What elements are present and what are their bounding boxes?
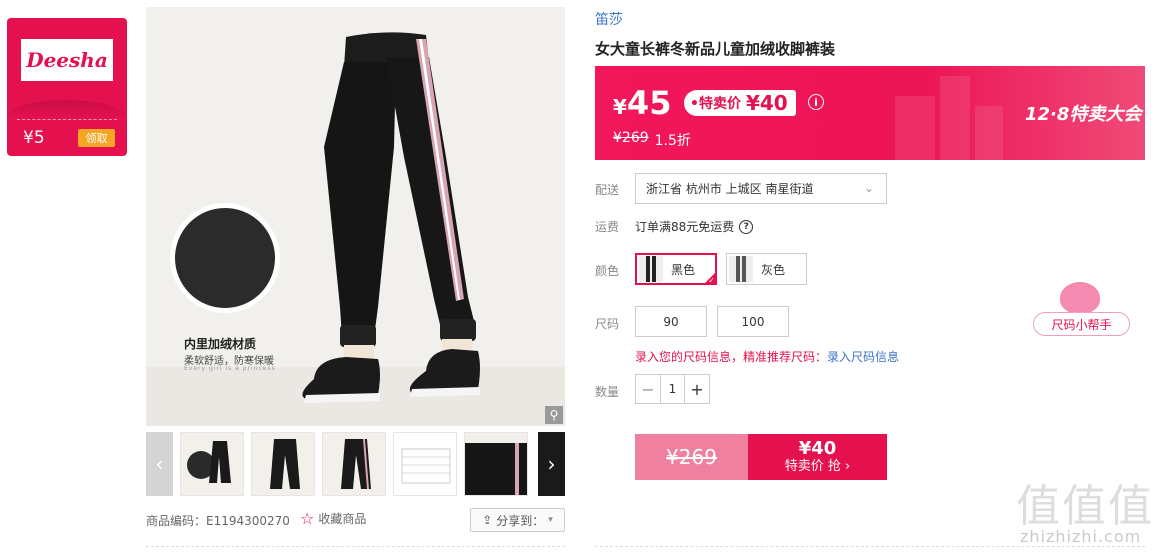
size-option-90[interactable]: 90: [635, 306, 707, 337]
thumbnail-image: [323, 433, 385, 495]
buy-label: 特卖价 抢 ›: [784, 459, 851, 474]
color-name: 黑色: [671, 262, 696, 277]
thumbnail-prev-button[interactable]: ‹: [146, 432, 173, 496]
size-label: 尺码: [595, 317, 620, 331]
shipping-location: 浙江省 杭州市 上城区 南星街道: [646, 182, 814, 196]
color-swatch: [729, 256, 753, 282]
color-swatch: [639, 256, 663, 282]
mascot-icon: [1060, 282, 1100, 314]
shipping-label: 配送: [595, 183, 620, 197]
thumbnail-image: [465, 433, 527, 495]
original-price-button[interactable]: ¥269: [635, 434, 748, 480]
chevron-left-icon: ‹: [155, 452, 164, 476]
product-sku: 商品编码：E1194300270: [146, 514, 290, 528]
info-icon[interactable]: i: [808, 94, 824, 110]
banner-decoration: [940, 76, 970, 160]
original-price: ¥269: [613, 130, 649, 146]
size-hint-text: 录入您的尺码信息，精准推荐尺码：: [635, 350, 828, 364]
divider: [146, 546, 565, 547]
size-input-link[interactable]: 录入尺码信息: [827, 350, 899, 364]
color-option-black[interactable]: 黑色 ✓: [635, 253, 717, 285]
original-price-line: ¥269 1.5折: [613, 130, 691, 150]
share-label: 分享到：: [496, 513, 545, 528]
current-price: ¥ 45: [613, 84, 671, 122]
promo-label: •特卖价: [690, 96, 741, 112]
thumbnail-2[interactable]: [251, 432, 315, 496]
favorite-button[interactable]: ☆ 收藏商品: [300, 510, 366, 527]
thumbnail-next-button[interactable]: ›: [538, 432, 565, 496]
freight-text: 订单满88元免运费: [635, 220, 735, 234]
quantity-increase-button[interactable]: +: [685, 375, 709, 403]
quantity-stepper: − 1 +: [635, 374, 710, 404]
lining-detail-inset: [170, 203, 280, 313]
size-option-100[interactable]: 100: [717, 306, 789, 337]
promo-price-pill: •特卖价 ¥40: [684, 90, 796, 116]
coupon-amount: ¥5: [23, 128, 45, 148]
main-product-image[interactable]: 内里加绒材质 柔软舒适，防寒保暖 Every girl is a princes…: [146, 7, 565, 426]
shipping-location-select[interactable]: 浙江省 杭州市 上城区 南星街道 ⌄: [635, 173, 887, 204]
quantity-label: 数量: [595, 385, 620, 399]
star-icon: ☆: [300, 508, 315, 528]
buy-now-button[interactable]: ¥40 特卖价 抢 ›: [748, 434, 887, 480]
thumbnail-1[interactable]: [180, 432, 244, 496]
brand-logo: Deesha: [26, 48, 108, 72]
watermark-logo: 值值值: [1016, 481, 1154, 532]
card-fold: [7, 100, 127, 118]
chevron-down-icon: ▾: [548, 515, 553, 525]
watermark-url: zhizhizhi.com: [1020, 527, 1142, 546]
inset-title: 内里加绒材质: [184, 337, 257, 351]
banner-decoration: [895, 96, 935, 160]
price-value: 45: [626, 84, 672, 122]
freight-label: 运费: [595, 220, 620, 234]
brand-coupon-card[interactable]: Deesha ¥5 领取: [7, 18, 127, 156]
thumbnail-image: [252, 433, 314, 495]
inset-tagline: Every girl is a princess: [184, 365, 276, 372]
buy-price: ¥40: [798, 438, 837, 459]
share-button[interactable]: ⇪ 分享到： ▾: [470, 508, 565, 532]
chevron-down-icon: ⌄: [863, 181, 874, 195]
favorite-label: 收藏商品: [318, 512, 367, 526]
product-title: 女大童长裤冬新品儿童加绒收脚裤装: [595, 40, 836, 58]
event-label: 12·8特卖大会: [1025, 104, 1142, 125]
quantity-decrease-button[interactable]: −: [636, 375, 660, 403]
claim-coupon-button[interactable]: 领取: [78, 129, 115, 147]
divider: [595, 546, 1145, 547]
quantity-input[interactable]: 1: [660, 375, 685, 403]
brand-logo-box: Deesha: [21, 39, 113, 81]
card-divider: [17, 119, 117, 120]
price-banner: ¥ 45 •特卖价 ¥40 i ¥269 1.5折 12·8特卖大会: [595, 66, 1145, 160]
thumbnail-image: [181, 433, 243, 495]
discount: 1.5折: [654, 133, 691, 149]
check-icon: ✓: [708, 276, 715, 285]
size-helper-button[interactable]: 尺码小帮手: [1033, 312, 1130, 336]
thumbnail-image: [394, 433, 456, 495]
help-icon[interactable]: ?: [739, 219, 754, 234]
thumbnail-3[interactable]: [322, 432, 386, 496]
chevron-right-icon: ›: [547, 452, 556, 476]
brand-link[interactable]: 笛莎: [595, 9, 623, 29]
size-hint: 录入您的尺码信息，精准推荐尺码：录入尺码信息: [635, 348, 899, 365]
color-option-grey[interactable]: 灰色: [726, 253, 807, 285]
banner-decoration: [975, 106, 1003, 160]
price-yen: ¥: [613, 95, 627, 119]
zoom-icon[interactable]: ⚲: [545, 406, 563, 424]
share-icon: ⇪: [482, 513, 493, 527]
color-label: 颜色: [595, 264, 620, 278]
thumbnail-5[interactable]: [464, 432, 528, 496]
promo-price: ¥40: [745, 91, 788, 115]
freight-info: 订单满88元免运费 ?: [635, 218, 754, 235]
color-name: 灰色: [761, 262, 786, 277]
thumbnail-4[interactable]: [393, 432, 457, 496]
